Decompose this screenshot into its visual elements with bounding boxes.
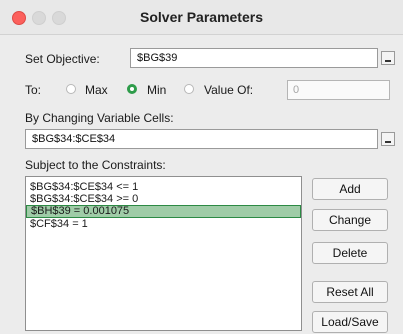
set-objective-label: Set Objective:: [25, 52, 100, 66]
changing-cells-label: By Changing Variable Cells:: [25, 111, 174, 125]
value-of-radio-label[interactable]: Value Of:: [204, 83, 253, 97]
add-button[interactable]: Add: [312, 178, 388, 200]
set-objective-field[interactable]: $BG$39: [130, 48, 378, 68]
changing-cells-field[interactable]: $BG$34:$CE$34: [25, 129, 378, 149]
constraint-row[interactable]: $CF$34 = 1: [26, 218, 301, 230]
changing-cells-collapse-icon[interactable]: [381, 132, 395, 146]
title-bar: Solver Parameters: [0, 0, 403, 35]
min-radio[interactable]: [127, 84, 137, 94]
value-of-field[interactable]: 0: [287, 80, 390, 100]
objective-collapse-icon[interactable]: [381, 51, 395, 65]
constraints-label: Subject to the Constraints:: [25, 158, 166, 172]
window-title: Solver Parameters: [140, 9, 263, 25]
max-radio[interactable]: [66, 84, 76, 94]
max-radio-label[interactable]: Max: [85, 83, 108, 97]
constraint-row[interactable]: $BG$34:$CE$34 <= 1: [26, 181, 301, 193]
delete-button[interactable]: Delete: [312, 242, 388, 264]
load-save-button[interactable]: Load/Save: [312, 311, 388, 333]
constraints-list[interactable]: $BG$34:$CE$34 <= 1 $BG$34:$CE$34 >= 0 $B…: [25, 176, 302, 331]
reset-all-button[interactable]: Reset All: [312, 281, 388, 303]
min-radio-label[interactable]: Min: [147, 83, 166, 97]
to-label: To:: [25, 83, 42, 97]
change-button[interactable]: Change: [312, 209, 388, 231]
value-of-radio[interactable]: [184, 84, 194, 94]
constraint-row-selected[interactable]: $BH$39 = 0.001075: [26, 205, 301, 218]
constraint-row[interactable]: $BG$34:$CE$34 >= 0: [26, 193, 301, 205]
